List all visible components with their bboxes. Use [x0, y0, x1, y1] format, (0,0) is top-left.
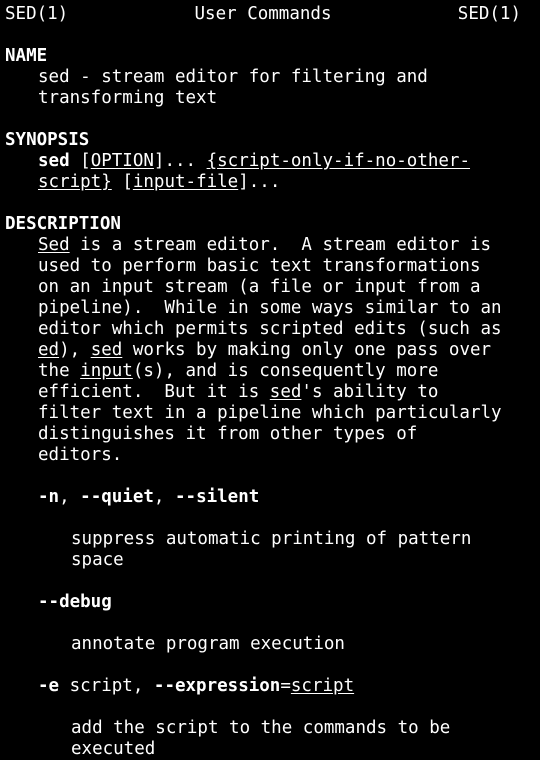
header-center: User Commands: [194, 4, 332, 24]
description-line: filter text in a pipeline which particul…: [38, 403, 502, 423]
flag-quiet: --quiet: [80, 487, 154, 507]
section-heading-synopsis: SYNOPSIS: [5, 130, 90, 150]
synopsis-bracket: ]...: [238, 172, 281, 192]
header-right: SED(1): [457, 4, 521, 24]
option-quiet-desc: suppress automatic printing of pattern: [71, 529, 472, 549]
flag-n: -n: [38, 487, 60, 507]
synopsis-option: OPTION: [90, 151, 154, 171]
description-line: ed), sed works by making only one pass o…: [38, 340, 492, 360]
description-line: editors.: [38, 445, 123, 465]
description-line: used to perform basic text transformatio…: [38, 256, 481, 276]
synopsis-script: script}: [38, 172, 112, 192]
ref-ed: ed: [38, 340, 60, 360]
description-line: Sed is a stream editor. A stream editor …: [38, 235, 492, 255]
description-line: the input(s), and is consequently more: [38, 361, 439, 381]
option-expression-desc: add the script to the commands to be: [71, 718, 451, 738]
header-left: SED(1): [5, 4, 69, 24]
synopsis-line-2: script} [input-file]...: [5, 172, 540, 193]
description-line: efficient. But it is sed's ability to: [38, 382, 439, 402]
name-line-2: transforming text: [38, 88, 218, 108]
description-line: pipeline). While in some ways similar to…: [38, 298, 502, 318]
option-expression-flags: -e script, --expression=script: [38, 676, 355, 696]
section-heading-name: NAME: [5, 46, 48, 66]
ref-input: input: [80, 361, 133, 381]
option-debug-flag: --debug: [5, 592, 540, 613]
synopsis-bracket: [: [122, 172, 133, 192]
flag-e: -e: [38, 676, 60, 696]
section-heading-description: DESCRIPTION: [5, 214, 121, 234]
option-debug-desc: annotate program execution: [71, 634, 345, 654]
synopsis-bracket: ]...: [153, 151, 207, 171]
name-line-1: sed - stream editor for filtering and: [38, 67, 428, 87]
description-line: on an input stream (a file or input from…: [38, 277, 481, 297]
synopsis-command: sed: [38, 151, 70, 171]
man-header: SED(1) User Commands SED(1): [5, 4, 521, 25]
arg-script: script: [290, 676, 355, 696]
option-quiet-flags: -n, --quiet, --silent: [38, 487, 260, 507]
option-expression-desc: executed: [71, 739, 156, 759]
synopsis-line-1: sed [OPTION]... {script-only-if-no-other…: [5, 151, 540, 172]
description-line: editor which permits scripted edits (suc…: [38, 319, 502, 339]
synopsis-input-file: input-file: [132, 172, 239, 192]
flag-debug: --debug: [38, 592, 112, 612]
description-line: distinguishes it from other types of: [38, 424, 418, 444]
terminal-window[interactable]: SED(1) User Commands SED(1) NAME sed - s…: [0, 0, 540, 760]
ref-sed: sed: [90, 340, 123, 360]
ref-sed: Sed: [38, 235, 70, 255]
ref-sed: sed: [269, 382, 302, 402]
flag-silent: --silent: [175, 487, 260, 507]
synopsis-script: {script-only-if-no-other-: [206, 151, 471, 171]
flag-expression: --expression: [153, 676, 281, 696]
synopsis-bracket: [: [80, 151, 91, 171]
option-quiet-desc: space: [71, 550, 124, 570]
